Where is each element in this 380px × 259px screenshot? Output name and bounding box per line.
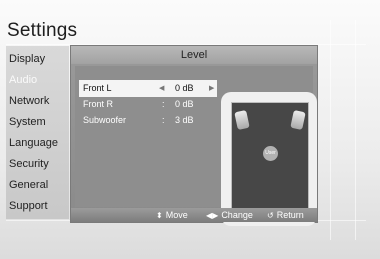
level-row-subwoofer[interactable]: Subwoofer : 3 dB: [79, 112, 217, 129]
row-label: Front L: [83, 83, 112, 93]
level-row-front-l[interactable]: Front L ◀ 0 dB ▶: [79, 80, 217, 97]
sidebar-item-language[interactable]: Language: [6, 133, 69, 153]
sidebar-item-security[interactable]: Security: [6, 154, 69, 174]
speaker-room-diagram: User: [231, 102, 309, 218]
sidebar-item-support[interactable]: Support: [6, 196, 69, 216]
move-hint-label: Move: [165, 210, 188, 220]
row-label: Front R: [83, 99, 114, 109]
left-right-arrow-icon: ◀▶: [206, 211, 219, 220]
settings-screen: Settings Display Audio Network System La…: [0, 0, 380, 259]
return-icon: ↺: [267, 211, 274, 220]
front-right-speaker-icon: [290, 109, 306, 131]
sidebar-item-audio[interactable]: Audio: [6, 70, 69, 90]
dialog-title: Level: [71, 46, 317, 64]
front-left-speaker-icon: [234, 109, 250, 131]
row-label: Subwoofer: [83, 115, 127, 125]
sidebar-menu: Display Audio Network System Language Se…: [6, 46, 69, 219]
speaker-layout-panel: User: [221, 92, 317, 226]
up-down-arrow-icon: ⬍: [156, 211, 163, 220]
move-hint: ⬍ Move: [156, 208, 188, 222]
row-value: 3 dB: [175, 115, 194, 125]
change-hint-label: Change: [221, 210, 253, 220]
sidebar-item-general[interactable]: General: [6, 175, 69, 195]
button-hint-bar: ⬍ Move ◀▶ Change ↺ Return: [71, 208, 317, 222]
sidebar-item-network[interactable]: Network: [6, 91, 69, 111]
return-hint-label: Return: [276, 210, 304, 220]
arrow-left-icon[interactable]: ◀: [159, 80, 164, 97]
sidebar-item-display[interactable]: Display: [6, 49, 69, 69]
dialog-body: Front L ◀ 0 dB ▶ Front R : 0 dB Subwoofe…: [75, 66, 317, 226]
divider: [330, 20, 331, 240]
return-hint: ↺ Return: [267, 208, 304, 222]
level-row-front-r[interactable]: Front R : 0 dB: [79, 96, 217, 113]
page-title: Settings: [7, 20, 78, 41]
row-value: 0 dB: [175, 99, 194, 109]
row-value: 0 dB: [175, 83, 194, 93]
arrow-right-icon[interactable]: ▶: [209, 80, 214, 97]
change-hint: ◀▶ Change: [206, 208, 253, 222]
sidebar-item-system[interactable]: System: [6, 112, 69, 132]
divider: [355, 20, 356, 240]
level-dialog: Level Front L ◀ 0 dB ▶ Front R : 0 dB Su…: [70, 45, 318, 226]
row-separator: :: [162, 99, 165, 109]
listener-user-icon: User: [263, 146, 278, 161]
row-separator: :: [162, 115, 165, 125]
